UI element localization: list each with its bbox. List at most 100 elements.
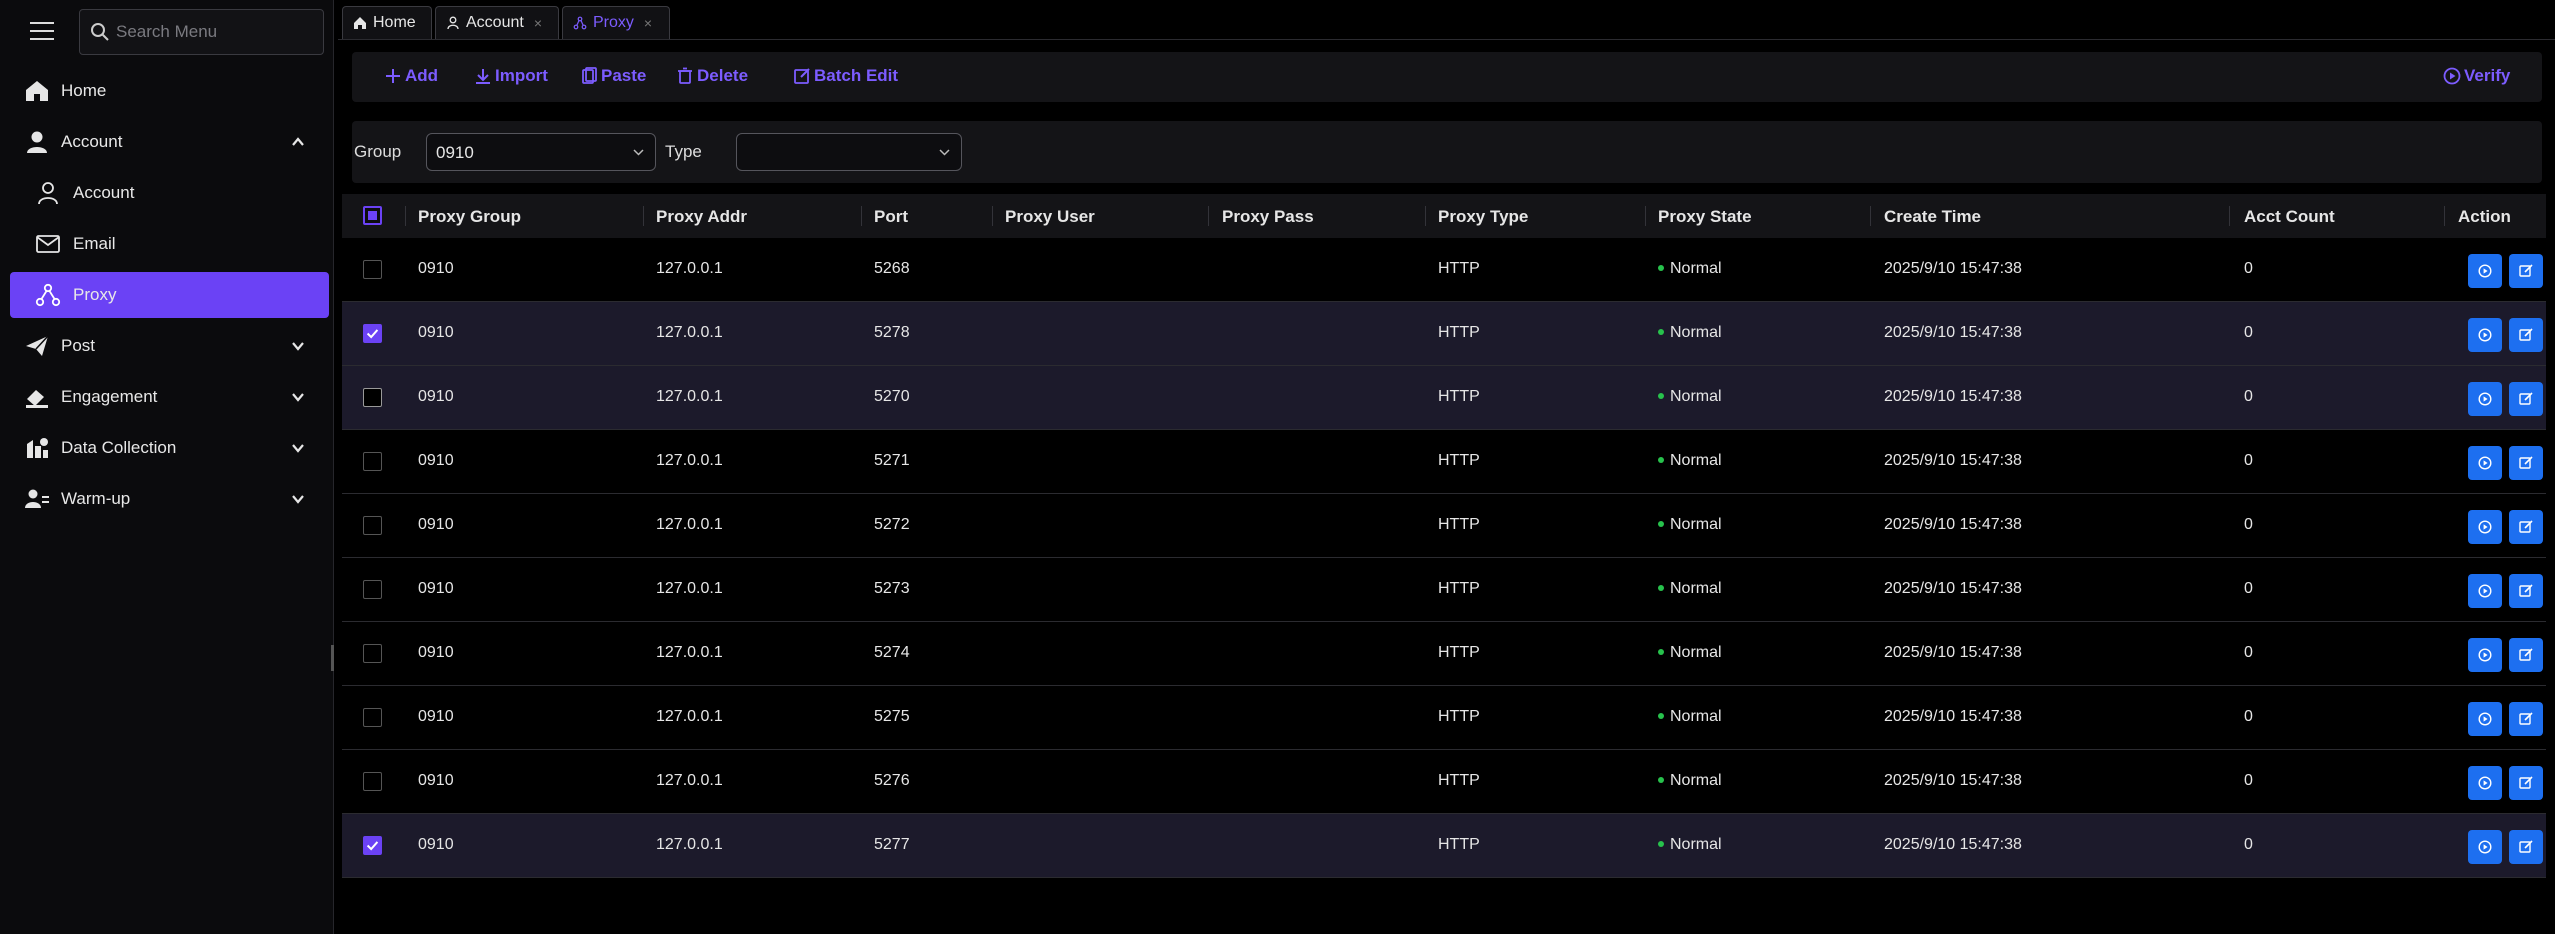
header-proxy-group[interactable]: Proxy Group	[418, 207, 521, 227]
header-proxy-addr[interactable]: Proxy Addr	[656, 207, 747, 227]
row-checkbox[interactable]	[363, 836, 382, 855]
cell-proxy-type: HTTP	[1438, 644, 1480, 661]
close-icon[interactable]: ×	[534, 15, 542, 31]
edit-row-button[interactable]	[2509, 382, 2543, 416]
menu-toggle-icon[interactable]	[28, 19, 56, 43]
sidebar-item-data-collection[interactable]: Data Collection	[10, 425, 329, 471]
verify-button[interactable]: Verify	[2443, 66, 2510, 86]
type-select[interactable]	[736, 133, 962, 171]
header-proxy-user[interactable]: Proxy User	[1005, 207, 1095, 227]
group-select[interactable]: 0910	[426, 133, 656, 171]
type-label: Type	[665, 142, 702, 161]
send-icon	[26, 335, 49, 356]
verify-row-button[interactable]	[2468, 254, 2502, 288]
table-row[interactable]: 0910 127.0.0.1 5274 HTTP Normal 2025/9/10 15:…	[342, 622, 2546, 686]
add-button[interactable]: Add	[384, 66, 438, 86]
tab-proxy[interactable]: Proxy ×	[562, 6, 670, 39]
cell-proxy-addr: 127.0.0.1	[656, 580, 723, 597]
sidebar-resize-handle[interactable]	[331, 645, 334, 671]
import-button[interactable]: Import	[474, 66, 548, 86]
edit-row-button[interactable]	[2509, 254, 2543, 288]
verify-row-button[interactable]	[2468, 830, 2502, 864]
play-circle-icon	[2478, 712, 2492, 726]
row-checkbox[interactable]	[363, 260, 382, 279]
table-row[interactable]: 0910 127.0.0.1 5270 HTTP Normal 2025/9/10 15:…	[342, 366, 2546, 430]
cell-proxy-addr: 127.0.0.1	[656, 708, 723, 725]
verify-row-button[interactable]	[2468, 446, 2502, 480]
sidebar-item-home[interactable]: Home	[10, 68, 329, 114]
header-acct-count[interactable]: Acct Count	[2244, 207, 2335, 227]
row-checkbox[interactable]	[363, 516, 382, 535]
cell-create-time: 2025/9/10 15:47:38	[1884, 388, 2022, 405]
cell-proxy-group: 0910	[418, 452, 454, 469]
verify-row-button[interactable]	[2468, 766, 2502, 800]
edit-row-button[interactable]	[2509, 574, 2543, 608]
table-row[interactable]: 0910 127.0.0.1 5268 HTTP Normal 2025/9/10 15:…	[342, 238, 2546, 302]
header-create-time[interactable]: Create Time	[1884, 207, 1981, 227]
cell-acct-count: 0	[2244, 708, 2253, 725]
sidebar-item-email[interactable]: Email	[10, 221, 329, 267]
plus-icon	[386, 69, 400, 83]
header-proxy-type[interactable]: Proxy Type	[1438, 207, 1528, 227]
search-menu-box[interactable]	[79, 9, 324, 55]
verify-row-button[interactable]	[2468, 574, 2502, 608]
sidebar-item-account-group[interactable]: Account	[10, 119, 329, 165]
verify-row-button[interactable]	[2468, 382, 2502, 416]
tab-home[interactable]: Home	[342, 6, 432, 39]
edit-row-button[interactable]	[2509, 638, 2543, 672]
row-checkbox[interactable]	[363, 772, 382, 791]
sidebar-item-post[interactable]: Post	[10, 323, 329, 369]
table-row[interactable]: 0910 127.0.0.1 5276 HTTP Normal 2025/9/10 15:…	[342, 750, 2546, 814]
cell-proxy-type: HTTP	[1438, 580, 1480, 597]
home-icon	[26, 81, 48, 101]
paste-button[interactable]: Paste	[580, 66, 646, 86]
sidebar-item-account[interactable]: Account	[10, 170, 329, 216]
sidebar-item-engagement[interactable]: Engagement	[10, 374, 329, 420]
cell-port: 5274	[874, 644, 910, 661]
edit-row-button[interactable]	[2509, 318, 2543, 352]
header-port[interactable]: Port	[874, 207, 908, 227]
row-checkbox[interactable]	[363, 324, 382, 343]
verify-row-button[interactable]	[2468, 318, 2502, 352]
edit-row-button[interactable]	[2509, 446, 2543, 480]
header-proxy-pass[interactable]: Proxy Pass	[1222, 207, 1314, 227]
table-row[interactable]: 0910 127.0.0.1 5271 HTTP Normal 2025/9/10 15:…	[342, 430, 2546, 494]
edit-row-button[interactable]	[2509, 702, 2543, 736]
row-checkbox[interactable]	[363, 388, 382, 407]
edit-row-button[interactable]	[2509, 830, 2543, 864]
row-checkbox[interactable]	[363, 644, 382, 663]
chevron-up-icon	[292, 137, 304, 146]
user-outline-icon	[447, 16, 459, 30]
verify-row-button[interactable]	[2468, 638, 2502, 672]
close-icon[interactable]: ×	[644, 15, 652, 31]
sidebar-item-proxy[interactable]: Proxy	[10, 272, 329, 318]
row-checkbox[interactable]	[363, 452, 382, 471]
search-menu-input[interactable]	[116, 18, 316, 46]
group-select-value: 0910	[436, 143, 474, 162]
column-divider	[643, 206, 644, 226]
table-row[interactable]: 0910 127.0.0.1 5273 HTTP Normal 2025/9/10 15:…	[342, 558, 2546, 622]
column-divider	[1870, 206, 1871, 226]
status-dot-icon	[1658, 840, 1664, 847]
batch-edit-button[interactable]: Batch Edit	[793, 66, 898, 86]
edit-row-button[interactable]	[2509, 510, 2543, 544]
cell-proxy-state: Normal	[1658, 836, 1722, 854]
row-checkbox[interactable]	[363, 580, 382, 599]
table-row[interactable]: 0910 127.0.0.1 5275 HTTP Normal 2025/9/10 15:…	[342, 686, 2546, 750]
tab-account[interactable]: Account ×	[435, 6, 559, 39]
delete-button[interactable]: Delete	[676, 66, 748, 86]
verify-row-button[interactable]	[2468, 702, 2502, 736]
table-row[interactable]: 0910 127.0.0.1 5277 HTTP Normal 2025/9/10 15:…	[342, 814, 2546, 878]
delete-label: Delete	[697, 66, 749, 85]
status-dot-icon	[1658, 776, 1664, 783]
check-icon	[366, 329, 379, 339]
row-checkbox[interactable]	[363, 708, 382, 727]
header-proxy-state[interactable]: Proxy State	[1658, 207, 1752, 227]
edit-row-button[interactable]	[2509, 766, 2543, 800]
tab-label: Proxy	[593, 14, 634, 31]
sidebar-item-warm-up[interactable]: Warm-up	[10, 476, 329, 522]
table-row[interactable]: 0910 127.0.0.1 5278 HTTP Normal 2025/9/10 15:…	[342, 302, 2546, 366]
verify-row-button[interactable]	[2468, 510, 2502, 544]
table-row[interactable]: 0910 127.0.0.1 5272 HTTP Normal 2025/9/10 15:…	[342, 494, 2546, 558]
select-all-checkbox[interactable]	[363, 206, 382, 225]
